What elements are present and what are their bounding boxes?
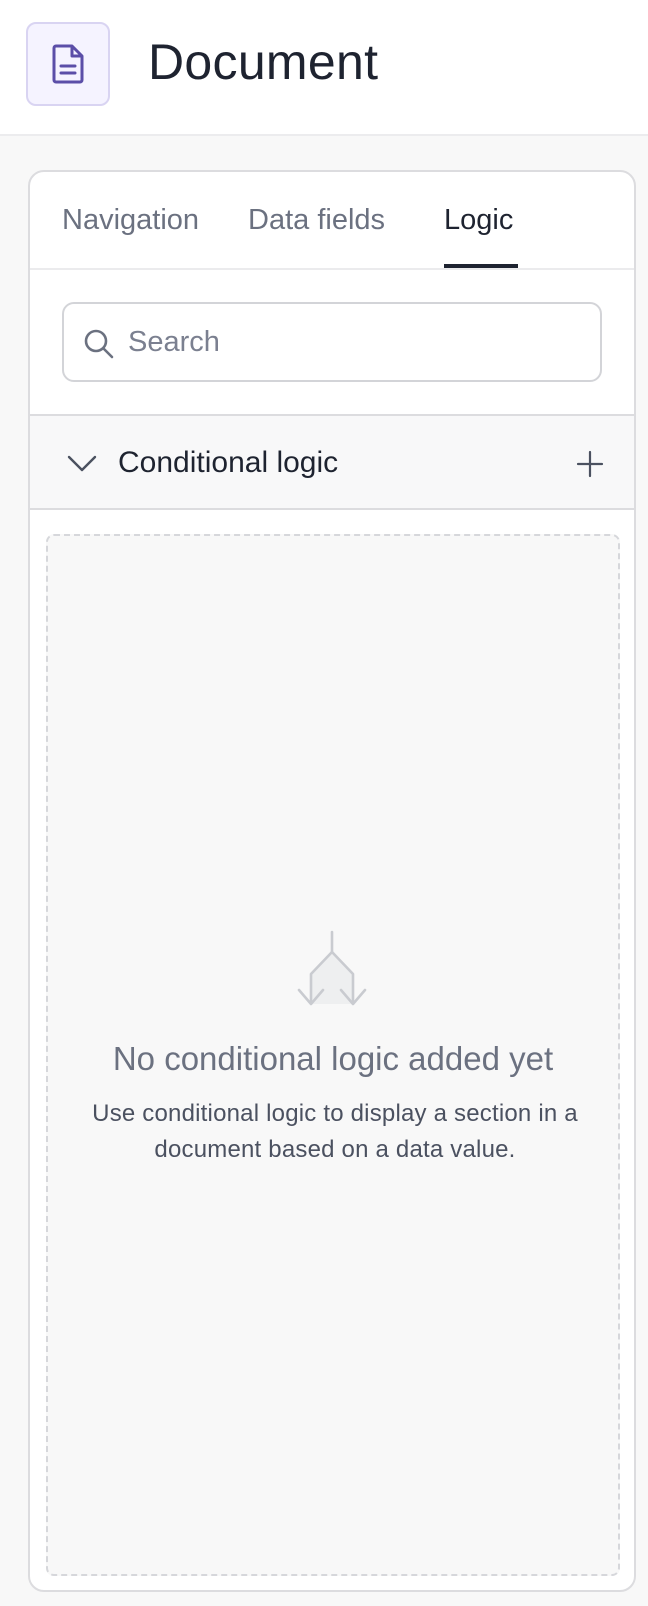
search-box <box>62 302 602 382</box>
page-header: Document <box>0 0 648 136</box>
conditional-logic-section-header: Conditional logic <box>30 414 634 510</box>
active-tab-indicator <box>444 264 518 268</box>
page-title: Document <box>148 34 379 90</box>
tab-navigation[interactable]: Navigation <box>62 200 199 240</box>
plus-icon[interactable] <box>574 448 606 480</box>
empty-state: No conditional logic added yet Use condi… <box>46 534 620 1576</box>
search-icon <box>84 329 114 359</box>
branch-icon <box>297 930 367 1006</box>
empty-state-description: Use conditional logic to display a secti… <box>92 1100 578 1163</box>
document-icon <box>26 22 110 106</box>
tab-bar: Navigation Data fields Logic <box>30 172 634 270</box>
empty-state-title: No conditional logic added yet <box>112 1040 554 1077</box>
search-input[interactable] <box>128 314 588 370</box>
side-panel: Navigation Data fields Logic Conditional… <box>28 170 636 1592</box>
tab-logic[interactable]: Logic <box>444 200 513 240</box>
chevron-down-icon[interactable] <box>66 448 98 480</box>
section-title: Conditional logic <box>118 446 339 479</box>
tab-data-fields[interactable]: Data fields <box>248 200 385 240</box>
